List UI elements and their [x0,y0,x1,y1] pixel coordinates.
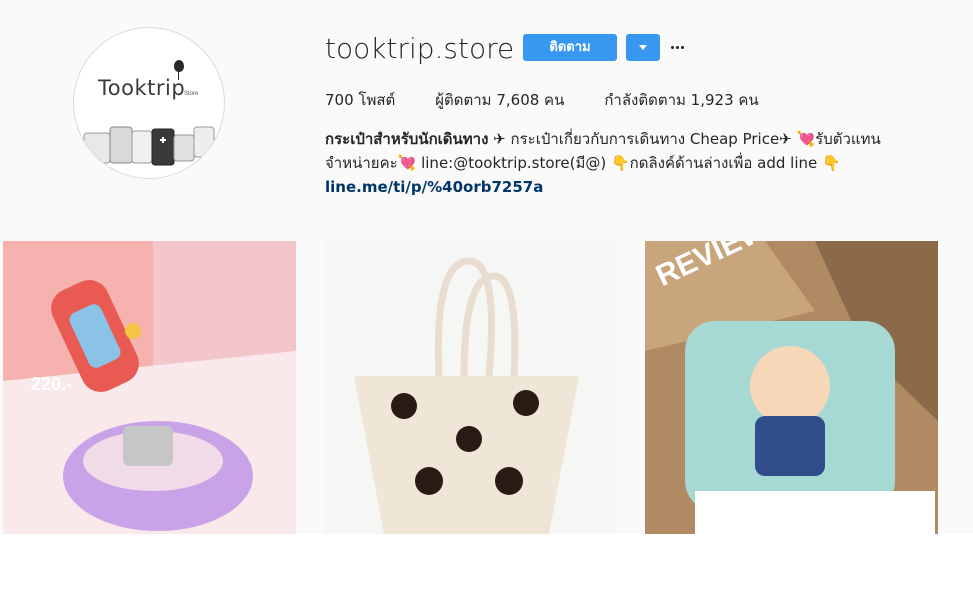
post-thumbnail-1[interactable]: 220.- [3,241,296,534]
bio-text-1: ✈ กระเป๋าเกี่ยวกับการเดินทาง Cheap Price… [488,130,881,148]
followers-count[interactable]: ผู้ติดตาม 7,608 คน [435,88,564,112]
page-bottom-area [0,534,973,591]
more-dot-icon [681,46,684,49]
bio-full-name: กระเป๋าสำหรับนักเดินทาง [325,130,489,148]
profile-avatar[interactable]: Tooktrip Store [73,27,225,179]
bio-website-link[interactable]: line.me/ti/p/%40orb7257a [325,175,543,199]
more-options-button[interactable] [670,38,688,56]
post-3-image [645,241,938,534]
more-dot-icon [676,46,679,49]
chevron-down-icon [639,45,647,50]
post-thumbnail-3[interactable]: REVIEW [645,241,938,534]
price-label: 220.- [31,374,73,394]
more-dot-icon [671,46,674,49]
profile-username: tooktrip.store [325,32,515,65]
avatar-logo-subtext: Store [184,91,199,97]
avatar-logo-text: Tooktrip [98,76,186,100]
bio-line-2: จำหน่ายคะ💘 line:@tooktrip.store(มี@) 👇กด… [325,154,841,172]
posts-count: 700 โพสต์ [325,91,396,109]
post-thumbnail-2[interactable] [324,241,617,534]
balloon-icon [174,60,184,72]
post-2-image [324,241,617,534]
profile-bio: กระเป๋าสำหรับนักเดินทาง ✈ กระเป๋าเกี่ยวก… [325,127,905,196]
following-count[interactable]: กำลังติดตาม 1,923 คน [604,88,758,112]
profile-stats: 700 โพสต์ ผู้ติดตาม 7,608 คน กำลังติดตาม… [325,88,799,112]
follow-button[interactable]: ติดตาม [523,34,617,61]
bio-line-1: กระเป๋าสำหรับนักเดินทาง ✈ กระเป๋าเกี่ยวก… [325,127,905,151]
profile-page: Tooktrip Store tooktrip.store ติดตาม 700… [0,0,973,591]
luggage-illustration [83,126,215,166]
suggestions-dropdown-button[interactable] [626,34,660,61]
